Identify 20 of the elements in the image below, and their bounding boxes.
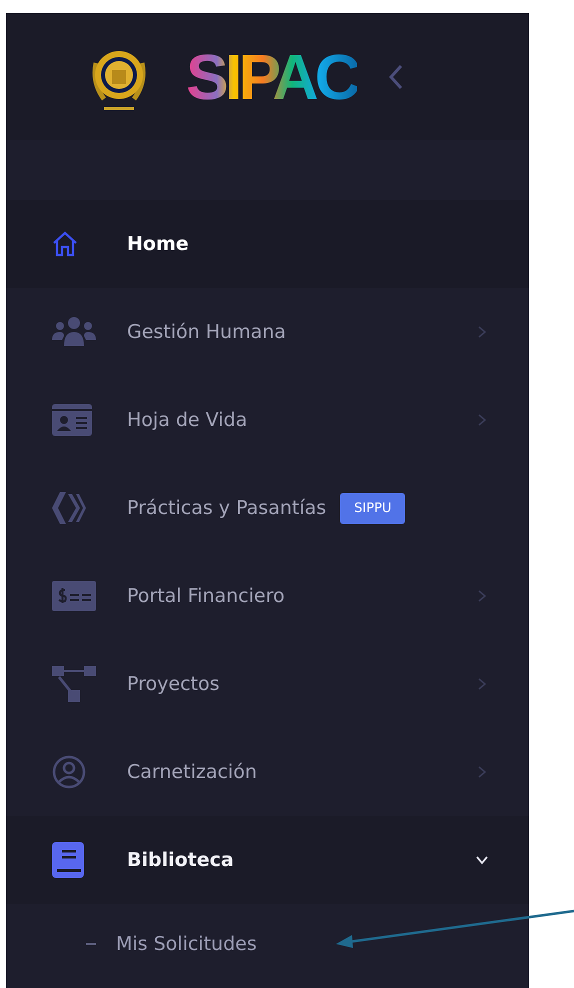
menu-item[interactable]: Home: [6, 200, 529, 288]
submenu-label: Mis Solicitudes: [116, 933, 257, 955]
menu-item[interactable]: Gestión Humana: [6, 288, 529, 376]
bill-icon: [52, 581, 96, 611]
user-circle-icon: [52, 755, 86, 789]
menu-item[interactable]: Biblioteca: [6, 816, 529, 904]
menu-item[interactable]: Prácticas y Pasantías SIPPU: [6, 464, 529, 552]
menu-item[interactable]: Hoja de Vida: [6, 376, 529, 464]
book-icon: [52, 842, 84, 878]
menu-item[interactable]: Carnetización: [6, 728, 529, 816]
submenu-item[interactable]: Mis Solicitudes: [6, 904, 529, 984]
badge: SIPPU: [340, 492, 406, 524]
id-card-icon: [52, 404, 92, 436]
dash-icon: [86, 943, 96, 945]
people-icon: [52, 316, 96, 348]
home-icon: [52, 231, 78, 257]
menu-item[interactable]: Portal Financiero: [6, 552, 529, 640]
chevrons-icon: [52, 492, 86, 524]
menu-item[interactable]: Proyectos: [6, 640, 529, 728]
hierarchy-icon: [52, 666, 96, 702]
